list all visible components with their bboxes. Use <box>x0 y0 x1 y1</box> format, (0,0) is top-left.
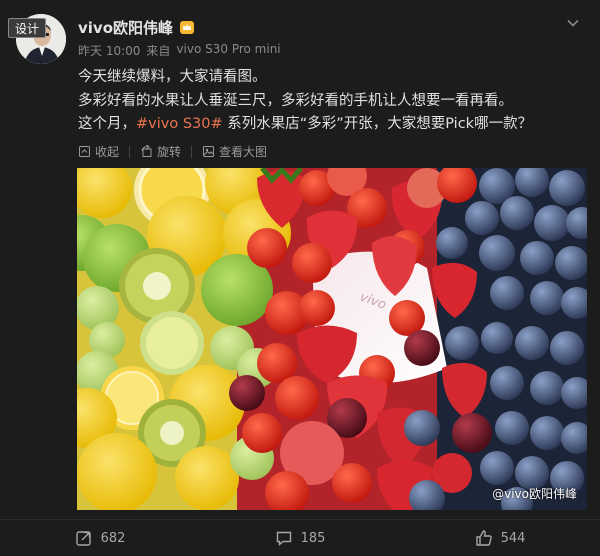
content-line-1: 今天继续爆料，大家请看图。 <box>78 69 267 85</box>
collapse-icon <box>79 146 90 157</box>
content-prefix: 这个月， <box>78 116 136 132</box>
like-button[interactable]: 544 <box>400 520 600 556</box>
post-meta: 昨天 10:00 来自 vivo S30 Pro mini <box>78 42 281 59</box>
view-large-label: 查看大图 <box>219 145 268 159</box>
post-image[interactable]: vivo @vivo欧阳伟峰 <box>77 168 587 510</box>
content-suffix: 系列水果店“多彩”开张，大家想要Pick哪一款？ <box>222 116 533 132</box>
content-line-2: 多彩好看的水果让人垂涎三尺，多彩好看的手机让人想要一看再看。 <box>78 92 513 109</box>
view-large-icon <box>203 146 215 157</box>
repost-button[interactable]: 682 <box>0 520 200 556</box>
vip-crown-icon[interactable] <box>179 19 195 35</box>
repost-count: 682 <box>100 530 126 546</box>
collapse-button[interactable]: 收起 <box>78 143 119 160</box>
hashtag-link[interactable]: #vivo S30# <box>136 116 223 132</box>
like-count: 544 <box>500 530 526 546</box>
comment-button[interactable]: 185 <box>200 520 400 556</box>
source-prefix: 来自 <box>146 44 171 58</box>
user-tag: 设计 <box>8 18 47 38</box>
rotate-icon <box>141 145 152 157</box>
username[interactable]: vivo欧阳伟峰 <box>78 17 173 38</box>
content-line-3: 这个月，#vivo S30# 系列水果店“多彩”开张，大家想要Pick哪一款？ <box>78 113 578 137</box>
toolbar-divider <box>191 145 193 158</box>
image-toolbar: 收起 旋转 查看大图 <box>78 143 267 160</box>
chevron-down-icon[interactable] <box>564 14 582 32</box>
comment-icon <box>276 531 291 547</box>
image-watermark: @vivo欧阳伟峰 <box>492 487 577 501</box>
post-time[interactable]: 昨天 10:00 <box>78 42 140 59</box>
comment-count: 185 <box>300 530 326 546</box>
post-content: 今天继续爆料，大家请看图。 多彩好看的水果让人垂涎三尺，多彩好看的手机让人想要一… <box>78 66 578 137</box>
post-source[interactable]: vivo S30 Pro mini <box>176 42 280 59</box>
weibo-post: 设计 vivo欧阳伟峰 昨天 10:00 来自 vivo S30 Pro min… <box>0 0 600 556</box>
collapse-label: 收起 <box>95 145 120 159</box>
thumbs-up-icon <box>475 530 492 546</box>
toolbar-divider <box>129 145 131 158</box>
repost-icon <box>75 531 91 546</box>
view-large-button[interactable]: 查看大图 <box>202 143 267 160</box>
rotate-label: 旋转 <box>157 145 182 159</box>
post-actions: 682 185 544 <box>0 519 600 556</box>
rotate-button[interactable]: 旋转 <box>140 143 181 160</box>
